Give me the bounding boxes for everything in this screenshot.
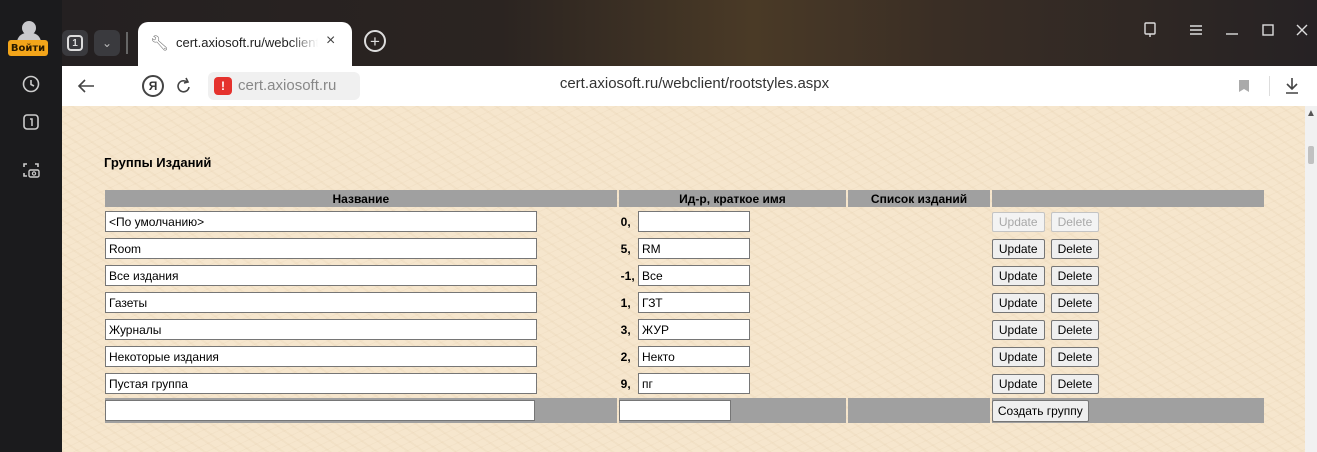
minimize-icon[interactable] (1220, 18, 1244, 42)
group-id: 2, (620, 349, 631, 364)
column-header-list: Список изданий (848, 190, 990, 207)
tab-counter[interactable]: 1 ⌄ (62, 30, 122, 56)
tab-title: cert.axiosoft.ru/webclient (176, 35, 318, 50)
wrench-icon: 🔧︎ (150, 35, 170, 52)
update-button[interactable]: Update (991, 265, 1045, 286)
menu-icon[interactable] (1184, 18, 1208, 42)
update-button[interactable]: Update (991, 346, 1045, 367)
new-group-name-input[interactable] (105, 400, 535, 421)
group-name-input[interactable] (105, 238, 537, 259)
pin-tab-icon[interactable] (1138, 18, 1162, 42)
delete-button[interactable]: Delete (1050, 346, 1100, 367)
tab-count-badge[interactable]: 1 (62, 30, 88, 56)
publication-list-cell (848, 290, 990, 315)
delete-button[interactable]: Delete (1050, 292, 1100, 313)
short-name-input[interactable] (638, 346, 750, 367)
delete-button[interactable]: Delete (1050, 238, 1100, 259)
table-row: 0, UpdateDelete (105, 209, 1264, 234)
publication-list-cell (848, 344, 990, 369)
column-header-id: Ид-р, краткое имя (618, 190, 847, 207)
update-button[interactable]: Update (991, 373, 1045, 394)
new-list-cell (848, 398, 990, 423)
tabs-icon[interactable] (21, 112, 41, 132)
signin-label: Войти (8, 40, 48, 56)
group-name-input[interactable] (105, 265, 537, 286)
page-viewport: Группы Изданий Название Ид-р, краткое им… (62, 106, 1317, 452)
url-field[interactable]: cert.axiosoft.ru/webclient/rootstyles.as… (62, 75, 1317, 92)
table-row: 1, UpdateDelete (105, 290, 1264, 315)
publication-list-cell (848, 209, 990, 234)
scroll-up-icon[interactable]: ▲ (1306, 108, 1316, 119)
publication-list-cell (848, 371, 990, 396)
short-name-input[interactable] (638, 211, 750, 232)
group-name-input[interactable] (105, 292, 537, 313)
group-name-input[interactable] (105, 211, 537, 232)
signin-button[interactable]: Войти (8, 20, 52, 66)
group-id: 9, (620, 376, 631, 391)
delete-button: Delete (1050, 211, 1100, 232)
new-tab-button[interactable]: + (364, 30, 386, 52)
bookmark-icon[interactable] (1232, 74, 1256, 98)
chevron-down-icon[interactable]: ⌄ (94, 30, 120, 56)
scrollbar-thumb[interactable] (1308, 146, 1314, 164)
page-title: Группы Изданий (104, 155, 212, 170)
create-group-button[interactable]: Создать группу (991, 399, 1089, 422)
table-row: 5, UpdateDelete (105, 236, 1264, 261)
tab-separator (126, 32, 128, 54)
table-header-row: Название Ид-р, краткое имя Список издани… (105, 190, 1264, 207)
delete-button[interactable]: Delete (1050, 265, 1100, 286)
update-button[interactable]: Update (991, 292, 1045, 313)
publication-list-cell (848, 263, 990, 288)
publication-list-cell (848, 317, 990, 342)
tab-count: 1 (67, 35, 83, 51)
column-header-actions (991, 190, 1264, 207)
group-id: 3, (620, 322, 631, 337)
group-id: 1, (620, 295, 631, 310)
update-button[interactable]: Update (991, 319, 1045, 340)
short-name-input[interactable] (638, 292, 750, 313)
delete-button[interactable]: Delete (1050, 373, 1100, 394)
short-name-input[interactable] (638, 373, 750, 394)
vertical-scrollbar[interactable]: ▲ (1305, 106, 1317, 452)
maximize-icon[interactable] (1256, 18, 1280, 42)
table-row: -1, UpdateDelete (105, 263, 1264, 288)
table-row: 3, UpdateDelete (105, 317, 1264, 342)
column-header-name: Название (105, 190, 617, 207)
close-icon[interactable]: × (326, 32, 335, 50)
browser-sidebar: Войти (0, 0, 62, 452)
short-name-input[interactable] (638, 319, 750, 340)
group-name-input[interactable] (105, 346, 537, 367)
group-name-input[interactable] (105, 319, 537, 340)
groups-table: Название Ид-р, краткое имя Список издани… (103, 188, 1266, 425)
new-group-row: Создать группу (105, 398, 1264, 423)
short-name-input[interactable] (638, 265, 751, 286)
window-close-icon[interactable] (1290, 18, 1314, 42)
screenshot-icon[interactable] (21, 160, 41, 180)
group-name-input[interactable] (105, 373, 537, 394)
group-id: -1, (620, 268, 635, 283)
toolbar-divider (1269, 76, 1270, 96)
delete-button[interactable]: Delete (1050, 319, 1100, 340)
group-id: 5, (620, 241, 631, 256)
update-button: Update (991, 211, 1045, 232)
publication-list-cell (848, 236, 990, 261)
new-short-name-input[interactable] (618, 400, 731, 421)
download-icon[interactable] (1280, 74, 1304, 98)
group-id: 0, (620, 214, 631, 229)
table-row: 9, UpdateDelete (105, 371, 1264, 396)
short-name-input[interactable] (638, 238, 750, 259)
address-bar: Я ! cert.axiosoft.ru cert.axiosoft.ru/we… (62, 66, 1317, 106)
update-button[interactable]: Update (991, 238, 1045, 259)
tab-active[interactable]: 🔧︎ cert.axiosoft.ru/webclient × (138, 22, 352, 66)
table-row: 2, UpdateDelete (105, 344, 1264, 369)
history-icon[interactable] (21, 74, 41, 94)
